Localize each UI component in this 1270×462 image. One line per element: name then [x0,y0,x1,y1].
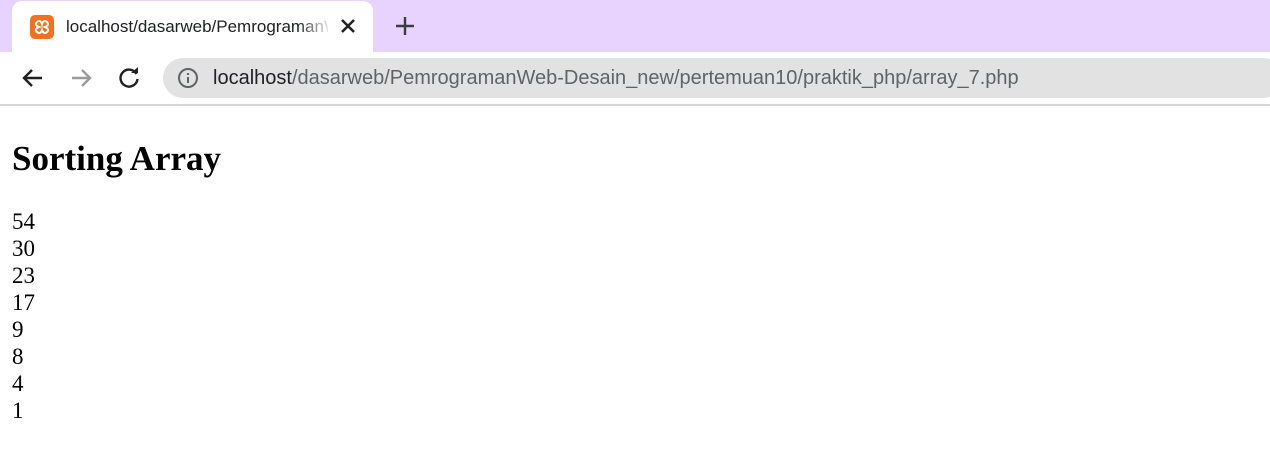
list-item: 4 [12,371,24,396]
page-content: Sorting Array 54 30 23 17 9 8 4 1 [0,106,1270,462]
tab-title: localhost/dasarweb/PemrogramanWeb-Desain… [66,17,328,36]
list-item: 8 [12,344,24,369]
list-item: 30 [12,236,35,261]
list-item: 23 [12,263,35,288]
browser-tab[interactable]: localhost/dasarweb/PemrogramanWeb-Desain… [12,1,373,52]
url-path: /dasarweb/PemrogramanWeb-Desain_new/pert… [291,67,1019,89]
tab-strip: localhost/dasarweb/PemrogramanWeb-Desain… [0,0,1270,52]
number-list: 54 30 23 17 9 8 4 1 [12,208,35,424]
back-arrow-icon[interactable] [19,64,47,92]
browser-toolbar: localhost/dasarweb/PemrogramanWeb-Desain… [0,52,1270,106]
plus-icon[interactable] [391,12,419,40]
reload-icon[interactable] [115,64,143,92]
xampp-icon [30,15,54,39]
url-host: localhost [213,67,292,89]
tab-title-fade [298,13,332,41]
address-bar[interactable]: localhost/dasarweb/PemrogramanWeb-Desain… [163,58,1270,98]
page-title: Sorting Array [12,139,222,178]
info-icon[interactable] [177,67,199,89]
list-item: 17 [12,290,35,315]
forward-arrow-icon[interactable] [67,64,95,92]
close-icon[interactable] [336,14,360,38]
list-item: 1 [12,398,24,423]
list-item: 54 [12,209,35,234]
list-item: 9 [12,317,24,342]
url-text: localhost/dasarweb/PemrogramanWeb-Desain… [213,66,1019,90]
